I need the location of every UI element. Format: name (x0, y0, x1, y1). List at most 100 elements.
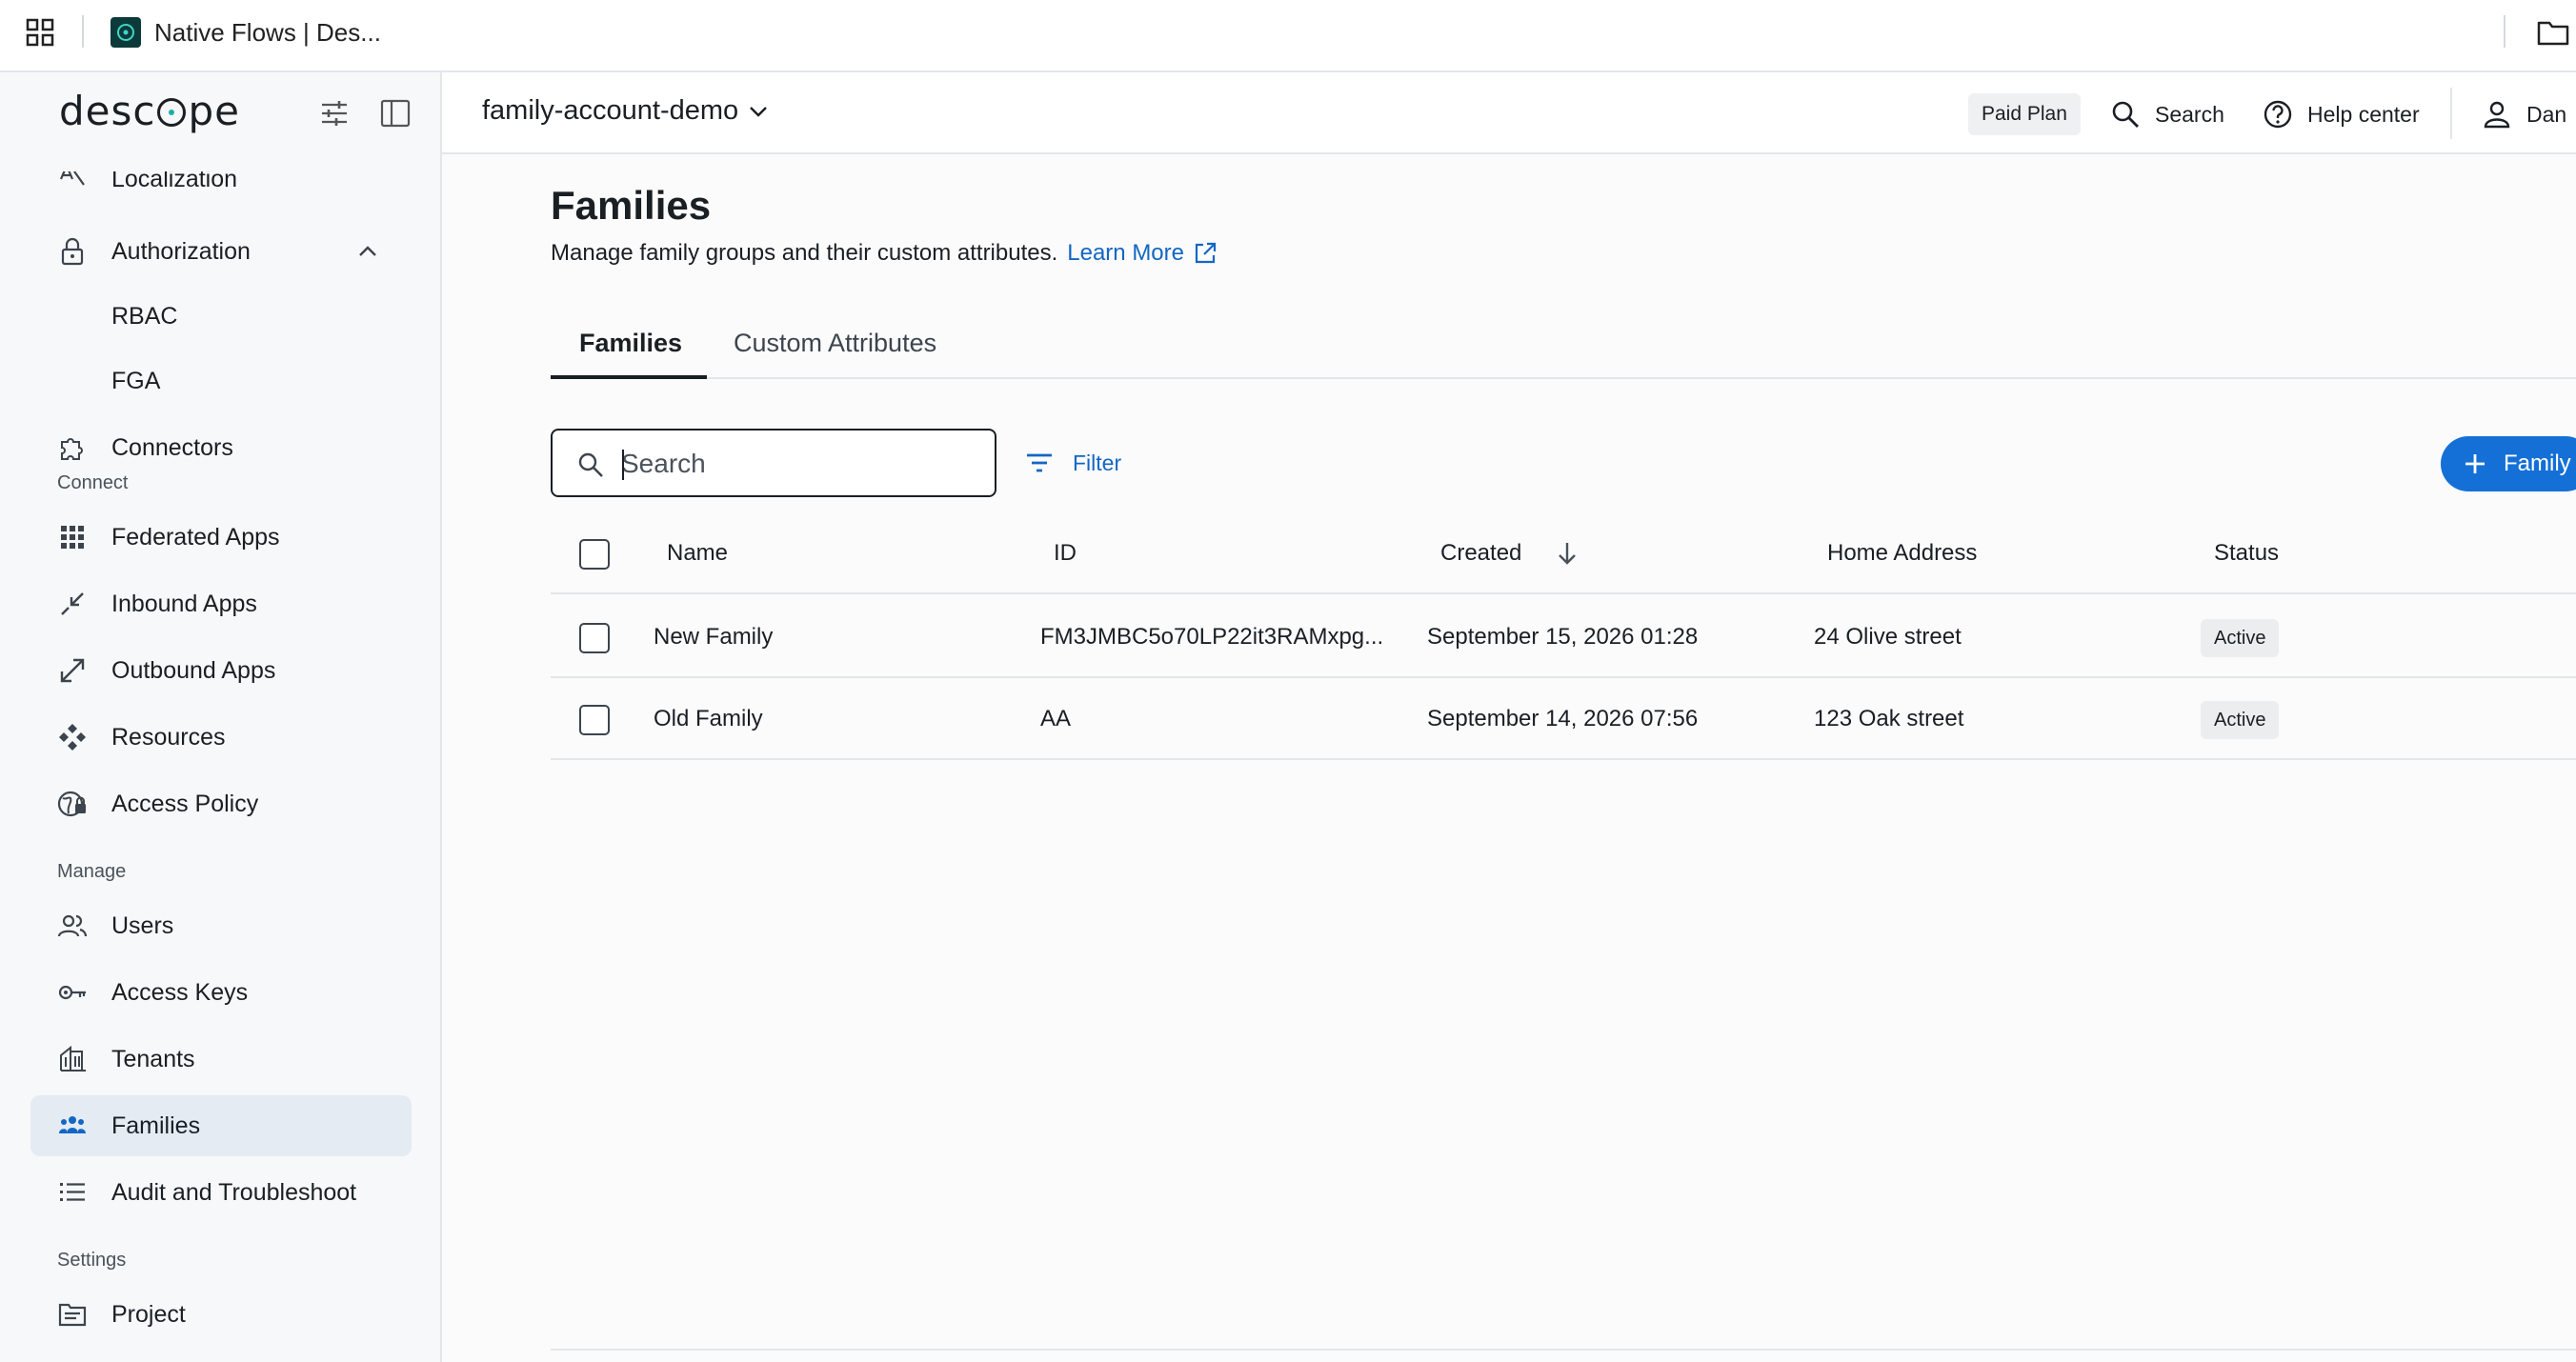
project-selector[interactable]: family-account-demo (482, 95, 771, 127)
cell-name: New Family (654, 624, 774, 650)
section-label-manage: Manage (57, 861, 127, 882)
arrow-outbound-icon (60, 658, 85, 683)
column-header-id[interactable]: ID (1054, 512, 1077, 594)
sidebar-item-access-policy[interactable]: Access Policy (30, 773, 412, 834)
column-header-created[interactable]: Created (1440, 512, 1521, 594)
sidebar-item-label: Users (111, 911, 174, 939)
select-all-checkbox[interactable] (579, 539, 610, 570)
column-header-status[interactable]: Status (2214, 512, 2279, 594)
logo-o-icon (157, 98, 187, 127)
column-header-name[interactable]: Name (667, 512, 728, 594)
chevron-up-icon[interactable] (354, 238, 381, 265)
learn-more-link[interactable]: Learn More (1067, 240, 1218, 267)
sidebar-item-outbound-apps[interactable]: Outbound Apps (30, 640, 412, 701)
header-search-label: Search (2155, 101, 2224, 127)
cell-created: September 14, 2026 07:56 (1427, 706, 1699, 731)
main-content: Families Manage family groups and their … (442, 154, 2576, 1362)
row-checkbox[interactable] (579, 705, 610, 735)
logo-suffix: pe (188, 88, 240, 134)
cell-id: AA (1040, 706, 1072, 731)
sidebar-item-label: Outbound Apps (111, 656, 276, 684)
sidebar-item-authorization[interactable]: Authorization (30, 221, 412, 282)
row-checkbox[interactable] (579, 623, 610, 653)
sidebar-item-audit[interactable]: Audit and Troubleshoot (30, 1162, 412, 1223)
sidebar-item-project[interactable]: Project (30, 1284, 412, 1345)
page-description-text: Manage family groups and their custom at… (551, 240, 1058, 266)
page-description: Manage family groups and their custom at… (551, 240, 1218, 267)
sidebar-item-label: Project (111, 1300, 186, 1328)
chevron-down-icon (750, 106, 768, 117)
puzzle-icon (61, 438, 83, 460)
project-name: family-account-demo (482, 95, 739, 126)
sidebar-item-fga[interactable]: FGA (30, 351, 412, 411)
table-row[interactable]: Old Family AA September 14, 2026 07:56 1… (551, 678, 2576, 760)
sidebar-item-access-keys[interactable]: Access Keys (30, 962, 412, 1023)
sidebar-item-connectors[interactable]: Connectors (30, 417, 412, 478)
list-icon (60, 1183, 85, 1201)
filter-button[interactable]: Filter (1023, 444, 1121, 482)
tab-grid-icon[interactable] (25, 17, 55, 48)
tab-bar: Families Custom Attributes (551, 314, 2576, 379)
sidebar-item-label: Connectors (111, 433, 233, 461)
lock-icon (61, 237, 84, 266)
sidebar-item-label: Access Policy (111, 790, 259, 817)
sidebar-item-resources[interactable]: Resources (30, 707, 412, 768)
app-header: family-account-demo Paid Plan Search Hel… (442, 72, 2576, 154)
tab-custom-attributes[interactable]: Custom Attributes (734, 314, 936, 379)
user-name: Dan (2526, 101, 2567, 127)
logo-prefix: desc (59, 88, 156, 134)
sidebar-item-localization[interactable]: Localization (30, 171, 412, 210)
user-menu[interactable]: Dan (2481, 93, 2566, 135)
sidebar-item-users[interactable]: Users (30, 895, 412, 956)
family-icon (59, 1116, 86, 1133)
add-family-button[interactable]: Family (2441, 436, 2576, 491)
cell-home-address: 24 Olive street (1814, 624, 1962, 650)
sidebar-item-federated-apps[interactable]: Federated Apps (30, 507, 412, 568)
sidebar-item-label: Inbound Apps (111, 590, 257, 617)
header-divider (2450, 88, 2452, 139)
sidebar-item-label: FGA (111, 367, 161, 394)
arrow-inbound-icon (61, 592, 84, 615)
apps-grid-icon (61, 526, 84, 549)
search-icon (2112, 101, 2139, 128)
favicon-icon (111, 17, 141, 48)
sidebar-item-label: Access Keys (111, 978, 249, 1006)
plus-icon (2465, 454, 2485, 473)
cell-home-address: 123 Oak street (1814, 706, 1964, 731)
tune-icon[interactable] (318, 97, 351, 130)
user-icon (2484, 101, 2510, 129)
sidebar-item-rbac[interactable]: RBAC (30, 286, 412, 347)
header-search-button[interactable]: Search (2109, 93, 2224, 135)
sidebar-item-label: Authorization (111, 237, 251, 265)
table-footer-divider (551, 1349, 2576, 1351)
sidebar-item-tenants[interactable]: Tenants (30, 1029, 412, 1090)
sidebar-item-inbound-apps[interactable]: Inbound Apps (30, 573, 412, 634)
chrome-divider (82, 15, 84, 48)
cell-id: FM3JMBC5o70LP22it3RAMxpg... (1040, 624, 1384, 650)
folder-icon[interactable] (2536, 17, 2570, 48)
sort-descending-icon[interactable] (1553, 539, 1581, 568)
section-label-settings: Settings (57, 1250, 127, 1271)
project-icon (58, 1303, 87, 1327)
translate-icon (59, 171, 85, 186)
building-icon (60, 1045, 86, 1072)
sidebar-item-families[interactable]: Families (30, 1095, 412, 1156)
search-input[interactable] (621, 444, 974, 484)
column-header-home-address[interactable]: Home Address (1827, 512, 1977, 594)
cell-created: September 15, 2026 01:28 (1427, 624, 1699, 650)
descope-logo[interactable]: desc pe (59, 88, 240, 134)
search-field[interactable] (551, 429, 996, 497)
search-icon (578, 452, 603, 477)
tab-families[interactable]: Families (551, 314, 707, 379)
sidebar-collapse-icon[interactable] (379, 97, 412, 130)
key-icon (58, 985, 86, 1000)
sidebar-item-label: Families (111, 1112, 201, 1139)
external-link-icon (1195, 242, 1217, 264)
cell-name: Old Family (654, 706, 763, 731)
table-row[interactable]: New Family FM3JMBC5o70LP22it3RAMxpg... S… (551, 596, 2576, 678)
table-header-row: Name ID Created Home Address Status (551, 512, 2576, 594)
help-center-button[interactable]: Help center (2262, 93, 2420, 135)
sidebar-item-label: Localization (111, 171, 238, 192)
browser-tab-title[interactable]: Native Flows | Des... (154, 17, 381, 48)
help-icon (2264, 100, 2292, 129)
